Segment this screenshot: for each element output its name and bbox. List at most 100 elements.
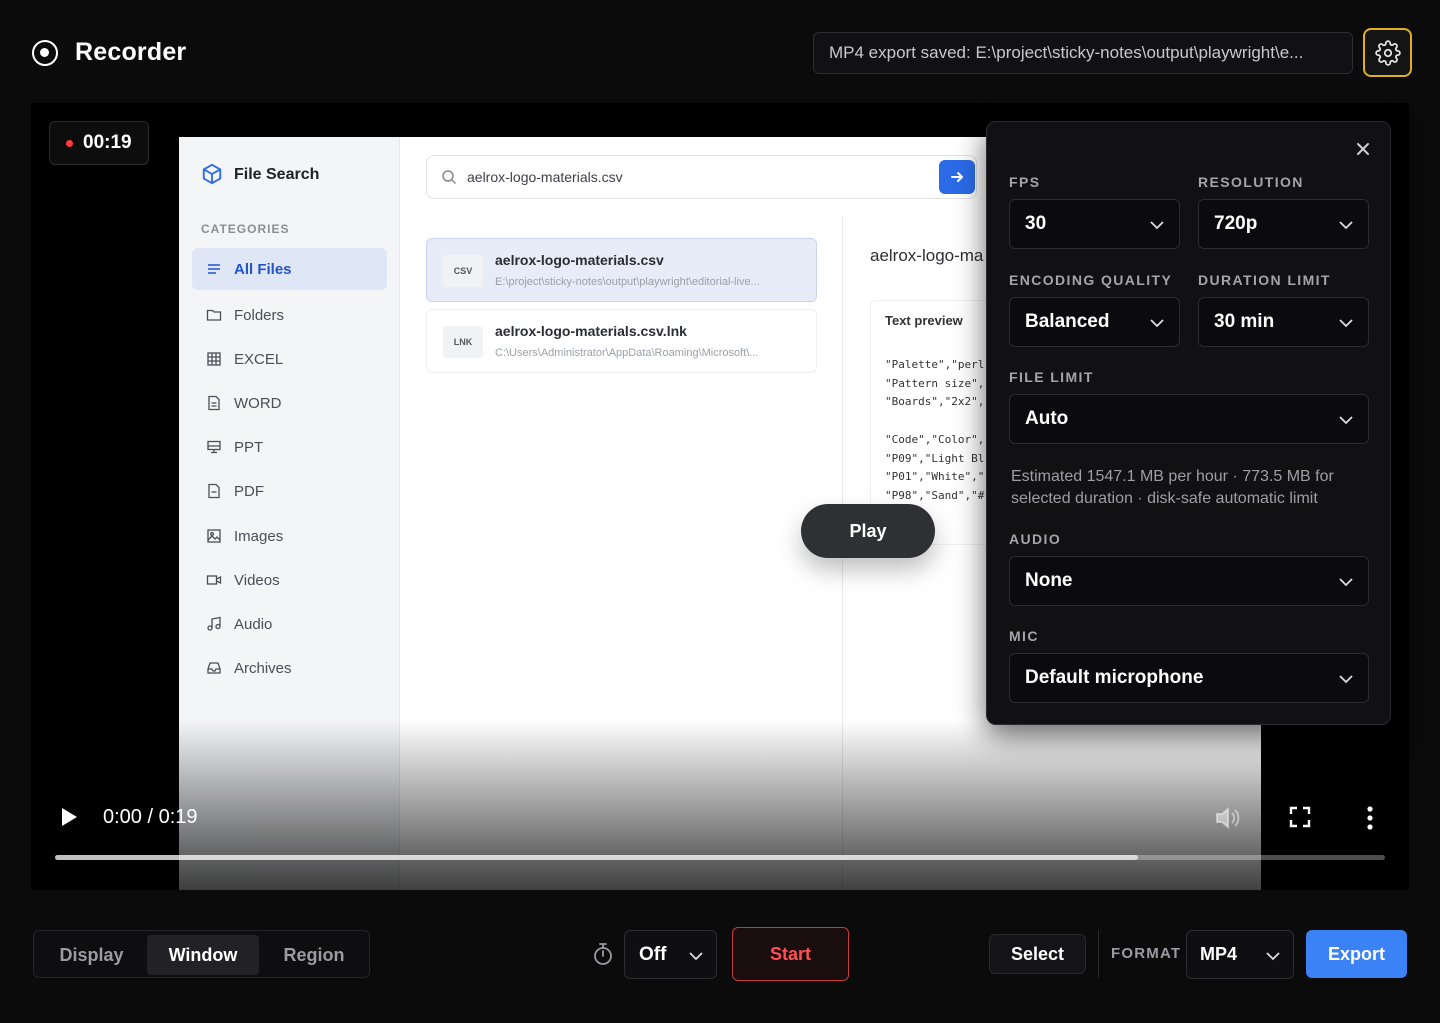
mode-region-button[interactable]: Region bbox=[262, 935, 366, 975]
fps-select[interactable]: 30 bbox=[1009, 199, 1180, 249]
encoding-quality-label: ENCODING QUALITY bbox=[1009, 272, 1173, 288]
app-header: Recorder MP4 export saved: E:\project\st… bbox=[0, 0, 1440, 102]
category-word: WORD bbox=[192, 382, 387, 424]
countdown-timer-select[interactable]: Off bbox=[624, 930, 717, 979]
toolbar-divider bbox=[1098, 930, 1099, 978]
mic-value: Default microphone bbox=[1025, 667, 1204, 688]
search-value: aelrox-logo-materials.csv bbox=[467, 169, 623, 185]
chevron-down-icon bbox=[1339, 416, 1353, 425]
more-options-icon[interactable] bbox=[1365, 805, 1375, 831]
buffered-range bbox=[55, 855, 1138, 860]
chevron-down-icon bbox=[1266, 952, 1280, 961]
result-name: aelrox-logo-materials.csv.lnk bbox=[495, 323, 687, 339]
elapsed-time: 00:19 bbox=[83, 132, 132, 153]
category-label: Videos bbox=[234, 571, 280, 589]
app-title: Recorder bbox=[75, 38, 187, 66]
mic-label: MIC bbox=[1009, 628, 1039, 644]
text-preview-heading: Text preview bbox=[885, 313, 963, 328]
categories-heading: CATEGORIES bbox=[201, 222, 290, 236]
slides-icon bbox=[207, 440, 221, 454]
category-pdf: PDF bbox=[192, 470, 387, 512]
volume-icon[interactable] bbox=[1214, 805, 1242, 831]
start-recording-button[interactable]: Start bbox=[732, 927, 849, 981]
category-label: PPT bbox=[234, 438, 264, 456]
format-value: MP4 bbox=[1200, 944, 1238, 964]
music-icon bbox=[207, 616, 221, 631]
document-icon bbox=[208, 395, 220, 411]
progress-bar[interactable] bbox=[55, 855, 1385, 860]
cube-logo-icon bbox=[202, 163, 222, 185]
chevron-down-icon bbox=[1339, 221, 1353, 230]
mode-window-button[interactable]: Window bbox=[147, 935, 259, 975]
recording-timer: 00:19 bbox=[49, 121, 149, 165]
chevron-down-icon bbox=[1150, 221, 1164, 230]
arrow-right-icon bbox=[951, 172, 963, 182]
category-images: Images bbox=[192, 515, 387, 557]
audio-value: None bbox=[1025, 570, 1073, 591]
export-status: MP4 export saved: E:\project\sticky-note… bbox=[813, 32, 1353, 74]
preview-title: aelrox-logo-ma bbox=[870, 246, 984, 265]
chevron-down-icon bbox=[689, 952, 703, 961]
search-go-button bbox=[939, 160, 975, 194]
file-limit-select[interactable]: Auto bbox=[1009, 394, 1369, 444]
category-label: Images bbox=[234, 527, 284, 545]
folder-icon bbox=[206, 309, 222, 321]
category-folders: Folders bbox=[192, 294, 387, 336]
size-estimate: Estimated 1547.1 MB per hour · 773.5 MB … bbox=[1011, 468, 1334, 507]
file-type-badge: CSV bbox=[443, 255, 483, 287]
category-label: PDF bbox=[234, 482, 264, 500]
settings-button[interactable] bbox=[1363, 28, 1412, 77]
gear-icon bbox=[1374, 39, 1401, 66]
encoding-quality-select[interactable]: Balanced bbox=[1009, 297, 1180, 347]
export-button[interactable]: Export bbox=[1306, 930, 1407, 978]
category-ppt: PPT bbox=[192, 426, 387, 468]
category-excel: EXCEL bbox=[192, 338, 387, 380]
text-preview-content: "Palette","perl "Pattern size", "Boards"… bbox=[885, 358, 985, 502]
recording-dot-icon bbox=[66, 139, 73, 147]
result-name: aelrox-logo-materials.csv bbox=[495, 252, 664, 268]
audio-select[interactable]: None bbox=[1009, 556, 1369, 606]
archive-icon bbox=[207, 662, 221, 674]
select-button[interactable]: Select bbox=[989, 934, 1086, 974]
audio-label: AUDIO bbox=[1009, 531, 1062, 547]
chevron-down-icon bbox=[1339, 319, 1353, 328]
stopwatch-icon bbox=[594, 943, 612, 965]
close-icon[interactable] bbox=[1354, 140, 1372, 158]
category-label: Audio bbox=[234, 615, 273, 633]
category-videos: Videos bbox=[192, 559, 387, 601]
grid-icon bbox=[207, 352, 221, 366]
category-all-files: All Files bbox=[192, 248, 387, 290]
file-search-input: aelrox-logo-materials.csv bbox=[426, 155, 977, 199]
resolution-select[interactable]: 720p bbox=[1198, 199, 1369, 249]
chevron-down-icon bbox=[1339, 578, 1353, 587]
file-limit-value: Auto bbox=[1025, 408, 1069, 429]
fps-label: FPS bbox=[1009, 174, 1041, 190]
category-label: All Files bbox=[234, 260, 292, 278]
resolution-label: RESOLUTION bbox=[1198, 174, 1304, 190]
format-select[interactable]: MP4 bbox=[1186, 930, 1294, 979]
encoding-quality-value: Balanced bbox=[1025, 311, 1110, 332]
record-icon bbox=[32, 40, 58, 66]
settings-panel: FPS 30 RESOLUTION 720p ENCODING QUALITY … bbox=[986, 121, 1391, 725]
chevron-down-icon bbox=[1150, 319, 1164, 328]
mode-display-button[interactable]: Display bbox=[39, 935, 144, 975]
duration-limit-value: 30 min bbox=[1214, 311, 1275, 332]
file-limit-label: FILE LIMIT bbox=[1009, 369, 1094, 385]
result-path: C:\Users\Administrator\AppData\Roaming\M… bbox=[495, 347, 759, 359]
video-icon bbox=[206, 575, 222, 585]
category-archives: Archives bbox=[192, 647, 387, 689]
resolution-value: 720p bbox=[1214, 213, 1258, 234]
play-icon[interactable] bbox=[59, 805, 79, 829]
list-icon bbox=[208, 264, 220, 274]
category-label: EXCEL bbox=[234, 350, 284, 368]
duration-limit-select[interactable]: 30 min bbox=[1198, 297, 1369, 347]
mic-select[interactable]: Default microphone bbox=[1009, 653, 1369, 703]
playback-time: 0:00 / 0:19 bbox=[103, 806, 198, 828]
controls-gradient bbox=[179, 720, 1261, 890]
document-icon bbox=[208, 483, 220, 499]
timer-value: Off bbox=[639, 944, 667, 965]
capture-mode-selector: Display Window Region bbox=[33, 930, 370, 978]
play-overlay-button[interactable]: Play bbox=[801, 504, 935, 558]
file-search-title: File Search bbox=[234, 166, 320, 183]
fullscreen-icon[interactable] bbox=[1289, 806, 1311, 828]
